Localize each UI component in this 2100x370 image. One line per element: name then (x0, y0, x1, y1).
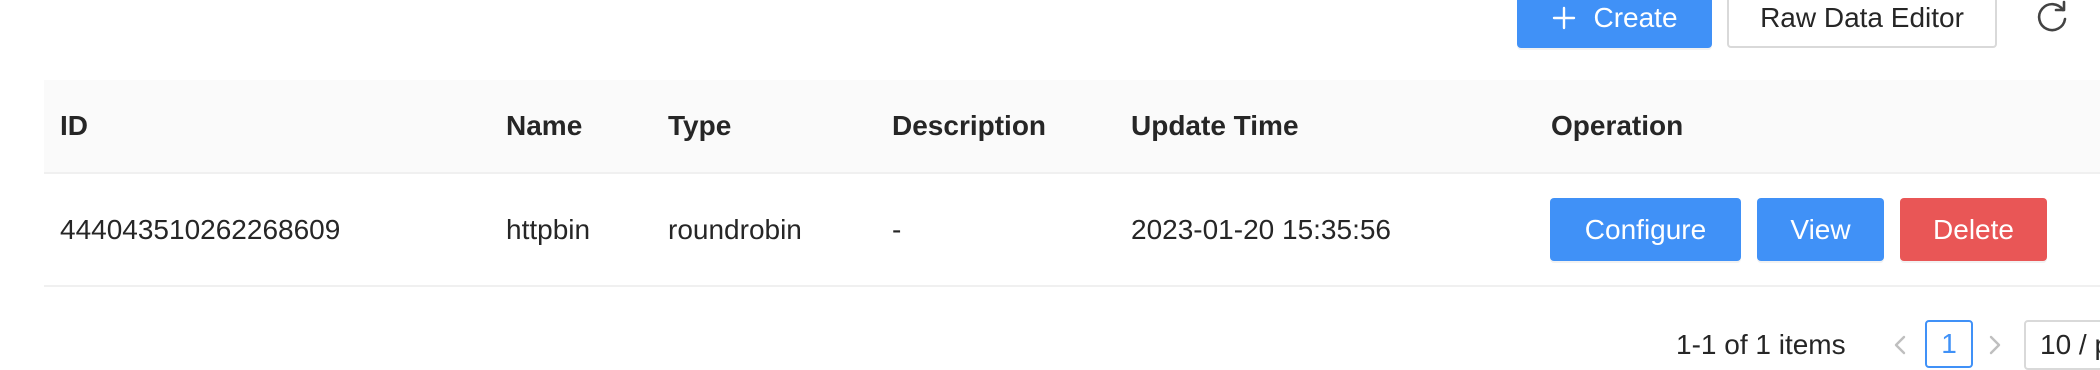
view-button-label: View (1790, 213, 1851, 245)
raw-data-editor-button[interactable]: Raw Data Editor (1727, 0, 1997, 48)
chevron-left-icon[interactable] (1882, 327, 1918, 363)
pagination-page-1[interactable]: 1 (1925, 320, 1973, 368)
cell-id: 444043510262268609 (60, 214, 341, 245)
page-size-label: 10 / page (2040, 329, 2100, 360)
cell-type: roundrobin (668, 214, 802, 245)
column-header-name: Name (506, 110, 583, 141)
raw-data-editor-label: Raw Data Editor (1760, 2, 1964, 33)
delete-button-label: Delete (1933, 213, 2014, 245)
table-header: ID Name Type Description Update Time Ope… (44, 80, 2100, 174)
plus-icon (1553, 6, 1576, 30)
create-button-label: Create (1593, 2, 1678, 33)
cell-description: - (892, 214, 902, 245)
page: Create Raw Data Editor ID Name Type Desc… (0, 0, 2100, 370)
column-header-description: Description (892, 110, 1047, 141)
pagination-page-label: 1 (1941, 328, 1957, 359)
delete-button[interactable]: Delete (1900, 198, 2047, 261)
cell-name: httpbin (506, 214, 591, 245)
reload-icon[interactable] (2033, 0, 2071, 36)
page-size-select[interactable]: 10 / page (2024, 320, 2100, 370)
cell-update-time: 2023-01-20 15:35:56 (1131, 214, 1391, 245)
column-header-type: Type (668, 110, 732, 141)
configure-button-label: Configure (1584, 213, 1707, 245)
create-button[interactable]: Create (1517, 0, 1712, 48)
chevron-right-icon[interactable] (1977, 327, 2013, 363)
configure-button[interactable]: Configure (1550, 198, 1741, 261)
column-header-id: ID (60, 110, 88, 141)
view-button[interactable]: View (1757, 198, 1884, 261)
column-header-update-time: Update Time (1131, 110, 1299, 141)
table-row: 444043510262268609 httpbin roundrobin - … (44, 174, 2100, 287)
pagination-total: 1-1 of 1 items (1676, 329, 1846, 360)
column-header-operation: Operation (1551, 110, 1684, 141)
